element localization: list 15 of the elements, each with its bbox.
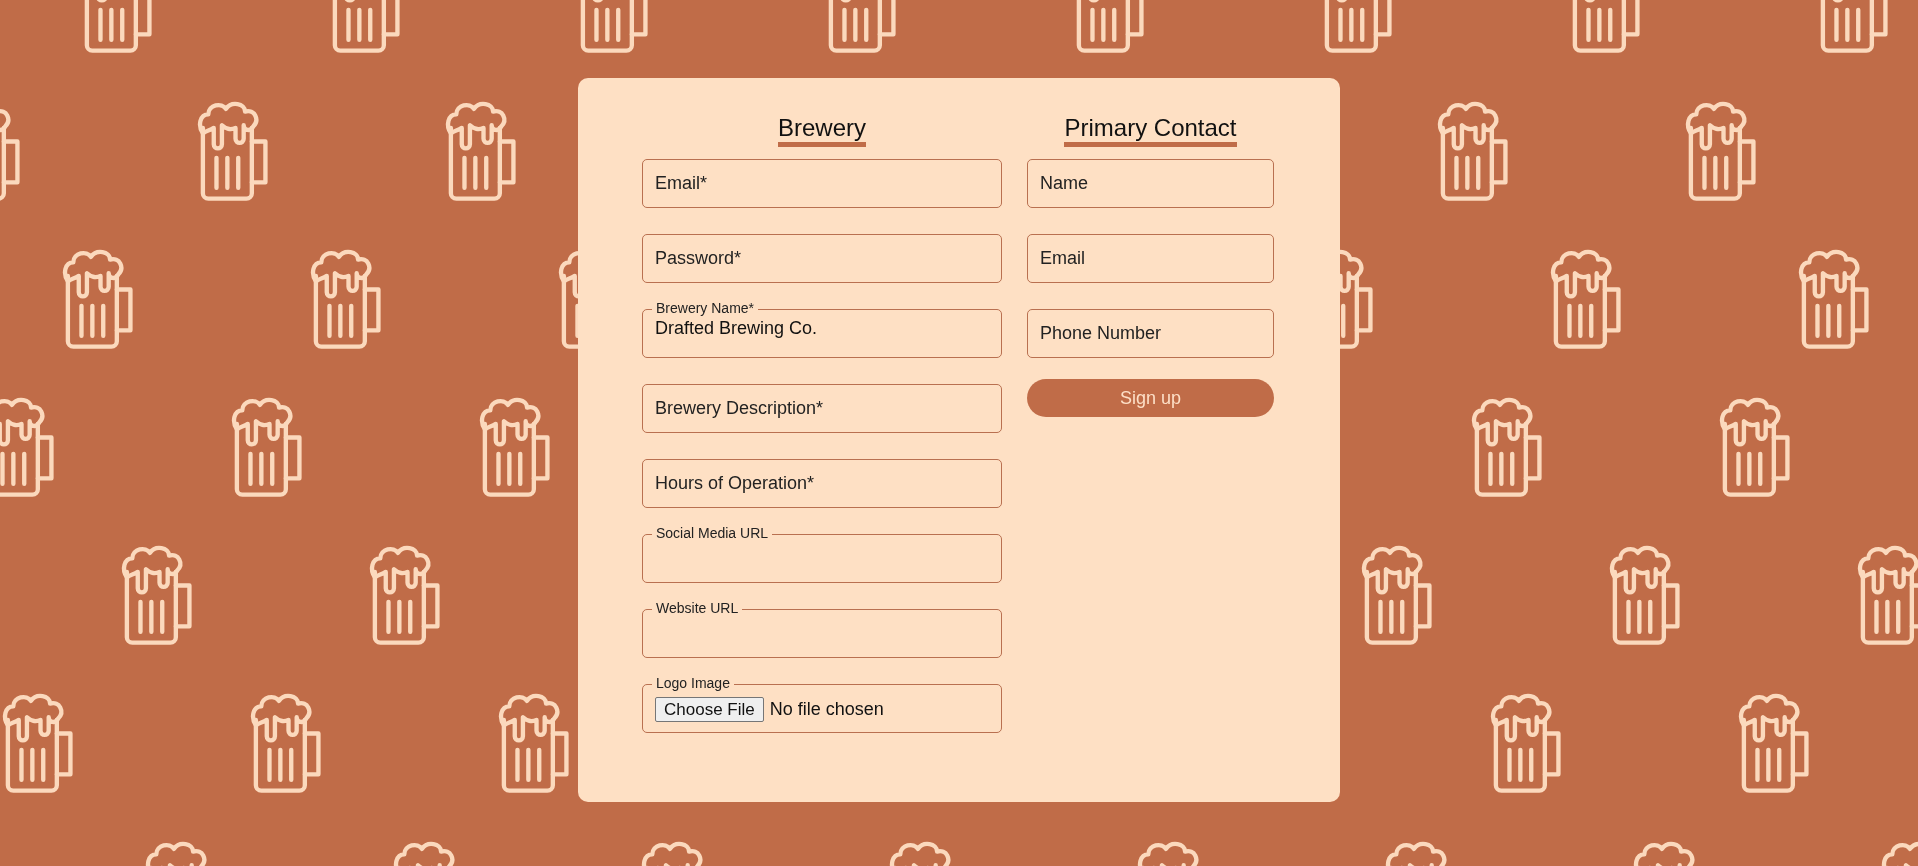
input-field[interactable]: Brewery Description* [642, 384, 1002, 433]
input-field[interactable]: Name [1027, 159, 1274, 208]
input-field[interactable]: Password* [642, 234, 1002, 283]
choose-file-button[interactable]: Choose File [655, 697, 764, 722]
field-label: Logo Image [652, 676, 734, 691]
field-label: Social Media URL [652, 526, 773, 541]
input-field[interactable]: Phone Number [1027, 309, 1274, 358]
field-label: Website URL [652, 601, 743, 616]
input-field[interactable]: Email* [642, 159, 1002, 208]
section-heading: Brewery [778, 114, 866, 147]
field-label: Brewery Name* [652, 301, 759, 316]
input-field[interactable]: Hours of Operation* [642, 459, 1002, 508]
input-field[interactable]: Email [1027, 234, 1274, 283]
section-heading: Primary Contact [1064, 114, 1237, 147]
file-status-text: No file chosen [769, 699, 884, 720]
